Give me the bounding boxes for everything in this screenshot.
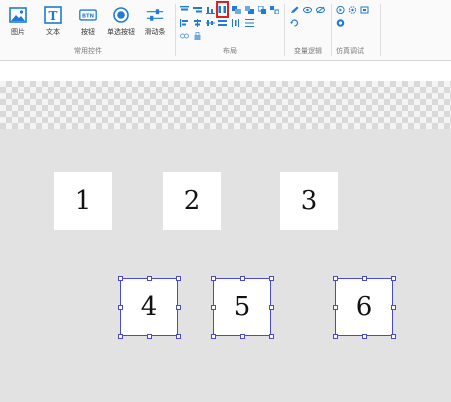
design-canvas[interactable]: 1 2 3 4 5 6 bbox=[0, 129, 451, 402]
align-middle-icon[interactable] bbox=[206, 19, 215, 27]
resize-handle[interactable] bbox=[332, 275, 338, 281]
resize-handle[interactable] bbox=[146, 333, 152, 339]
resize-handle[interactable] bbox=[175, 275, 181, 281]
distribute-vertical-icon[interactable] bbox=[232, 19, 241, 27]
radio-tool-button[interactable]: 单选按钮 bbox=[105, 6, 137, 37]
resize-handle[interactable] bbox=[268, 275, 274, 281]
button-tool-button[interactable]: BTN 按钮 bbox=[73, 6, 103, 37]
group-title-layout: 布局 bbox=[223, 47, 237, 55]
box-label: 6 bbox=[355, 292, 373, 322]
button-icon-text: BTN bbox=[82, 13, 94, 19]
resize-handle[interactable] bbox=[390, 275, 396, 281]
align-center-icon[interactable] bbox=[193, 19, 202, 27]
resize-handle[interactable] bbox=[390, 304, 396, 310]
spacing-icon[interactable] bbox=[245, 19, 254, 27]
resize-handle[interactable] bbox=[361, 275, 367, 281]
box-label: 2 bbox=[183, 186, 201, 216]
debug-icon[interactable] bbox=[360, 6, 369, 14]
group-icon[interactable] bbox=[258, 6, 267, 14]
radio-icon bbox=[112, 6, 130, 24]
resize-handle[interactable] bbox=[239, 333, 245, 339]
group-divider bbox=[175, 4, 176, 56]
resize-handle[interactable] bbox=[117, 275, 123, 281]
ungroup-icon[interactable] bbox=[270, 6, 279, 14]
group-title-common-controls: 常用控件 bbox=[74, 47, 102, 55]
slider-tool-label: 滑动条 bbox=[144, 28, 166, 36]
selected-tool-highlight bbox=[216, 1, 229, 18]
image-tool-button[interactable]: 图片 bbox=[3, 6, 33, 37]
text-icon-glyph: T bbox=[49, 9, 58, 23]
image-tool-label: 图片 bbox=[11, 28, 25, 36]
resize-handle[interactable] bbox=[117, 333, 123, 339]
pencil-icon[interactable] bbox=[290, 6, 299, 14]
text-icon: T bbox=[44, 6, 62, 24]
canvas-box-4[interactable]: 4 bbox=[120, 278, 178, 336]
resize-handle[interactable] bbox=[117, 304, 123, 310]
canvas-box-5[interactable]: 5 bbox=[213, 278, 271, 336]
resize-handle[interactable] bbox=[210, 304, 216, 310]
align-right-icon[interactable] bbox=[193, 6, 202, 14]
canvas-box-1[interactable]: 1 bbox=[54, 172, 112, 230]
box-label: 3 bbox=[300, 186, 318, 216]
box-label: 1 bbox=[74, 186, 92, 216]
eye-icon[interactable] bbox=[303, 6, 312, 14]
align-bottom-icon[interactable] bbox=[206, 6, 215, 14]
button-tool-label: 按钮 bbox=[81, 28, 95, 36]
canvas-box-6[interactable]: 6 bbox=[335, 278, 393, 336]
refresh-icon[interactable] bbox=[290, 19, 299, 27]
resize-handle[interactable] bbox=[210, 275, 216, 281]
text-tool-button[interactable]: T 文本 bbox=[38, 6, 68, 37]
resize-handle[interactable] bbox=[332, 304, 338, 310]
transparent-area bbox=[0, 81, 451, 129]
resize-handle[interactable] bbox=[175, 333, 181, 339]
align-left-icon[interactable] bbox=[180, 19, 189, 27]
settings-icon[interactable] bbox=[348, 6, 357, 14]
box-label: 5 bbox=[233, 292, 251, 322]
box-label: 4 bbox=[140, 292, 158, 322]
play-icon[interactable] bbox=[336, 6, 345, 14]
canvas-box-2[interactable]: 2 bbox=[163, 172, 221, 230]
image-icon bbox=[9, 6, 27, 24]
slider-tool-button[interactable]: 滑动条 bbox=[140, 6, 170, 37]
send-back-icon[interactable] bbox=[245, 6, 254, 14]
group-divider bbox=[284, 4, 285, 56]
resize-handle[interactable] bbox=[239, 275, 245, 281]
ribbon-toolbar: 图片 T 文本 BTN 按钮 单选按钮 滑动条 常用控件 布局 变量逻辑 仿真调… bbox=[0, 0, 451, 61]
hide-icon[interactable] bbox=[316, 6, 325, 14]
resize-handle[interactable] bbox=[146, 275, 152, 281]
resize-handle[interactable] bbox=[210, 333, 216, 339]
canvas-box-3[interactable]: 3 bbox=[280, 172, 338, 230]
align-top-icon[interactable] bbox=[180, 6, 189, 14]
lock-position-icon[interactable] bbox=[193, 32, 202, 40]
slider-icon bbox=[146, 6, 164, 24]
resize-handle[interactable] bbox=[332, 333, 338, 339]
button-icon: BTN bbox=[79, 6, 97, 24]
resize-handle[interactable] bbox=[175, 304, 181, 310]
group-divider bbox=[380, 4, 381, 56]
same-width-icon[interactable] bbox=[218, 19, 227, 27]
group-title-simulation-debug: 仿真调试 bbox=[336, 47, 364, 55]
resize-handle[interactable] bbox=[361, 333, 367, 339]
radio-tool-label: 单选按钮 bbox=[107, 28, 135, 36]
text-tool-label: 文本 bbox=[46, 28, 60, 36]
stop-icon[interactable] bbox=[336, 19, 345, 27]
ruler-gap bbox=[0, 61, 451, 81]
resize-handle[interactable] bbox=[390, 333, 396, 339]
group-divider bbox=[331, 4, 332, 56]
snap-icon[interactable] bbox=[180, 32, 189, 40]
bring-front-icon[interactable] bbox=[232, 6, 241, 14]
resize-handle[interactable] bbox=[268, 333, 274, 339]
resize-handle[interactable] bbox=[268, 304, 274, 310]
group-title-variable-logic: 变量逻辑 bbox=[294, 47, 322, 55]
